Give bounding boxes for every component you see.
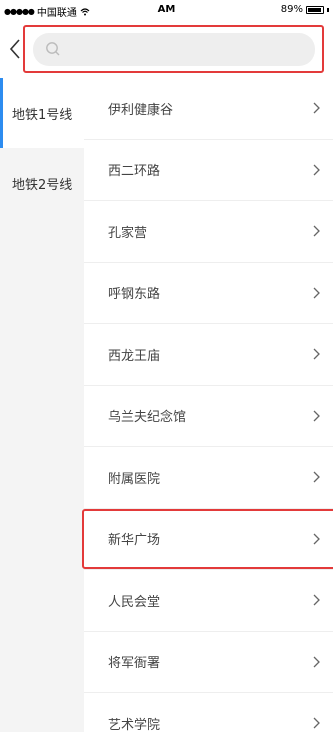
chevron-right-icon [313, 656, 320, 668]
chevron-right-icon [313, 102, 320, 114]
station-name: 呼钢东路 [108, 287, 161, 303]
station-name: 将军衙署 [108, 656, 161, 672]
battery-tip-icon [327, 7, 329, 12]
chevron-right-icon [313, 717, 320, 729]
station-name: 新华广场 [108, 533, 161, 549]
chevron-right-icon [313, 533, 320, 545]
sidebar-item-line-1[interactable]: 地铁1号线 [0, 78, 84, 148]
search-input[interactable] [33, 33, 315, 66]
chevron-right-icon [313, 348, 320, 360]
station-row-selected[interactable]: 新华广场 [84, 509, 333, 570]
battery-percent: 89% [280, 4, 303, 15]
header [0, 20, 333, 78]
station-row[interactable]: 将军衙署 [84, 632, 333, 693]
station-name: 乌兰夫纪念馆 [108, 410, 187, 426]
station-name: 孔家营 [108, 225, 148, 241]
station-name: 附属医院 [108, 471, 161, 487]
station-name: 西二环路 [108, 164, 161, 180]
station-row[interactable]: 伊利健康谷 [84, 78, 333, 140]
station-row[interactable]: 孔家营 [84, 201, 333, 263]
station-name: 艺术学院 [108, 717, 161, 732]
chevron-left-icon [9, 39, 20, 59]
chevron-right-icon [313, 287, 320, 299]
back-button[interactable] [6, 36, 24, 62]
station-row[interactable]: 乌兰夫纪念馆 [84, 386, 333, 447]
chevron-right-icon [313, 225, 320, 237]
sidebar-item-line-2[interactable]: 地铁2号线 [0, 148, 84, 218]
status-bar: ●●●●● 中国联通 AM 89% [0, 0, 333, 20]
sidebar-item-label: 地铁2号线 [12, 177, 73, 193]
station-name: 西龙王庙 [108, 348, 161, 364]
station-row[interactable]: 附属医院 [84, 447, 333, 509]
search-icon [46, 42, 60, 56]
station-row[interactable]: 西二环路 [84, 140, 333, 201]
station-row[interactable]: 呼钢东路 [84, 263, 333, 324]
sidebar-item-label: 地铁1号线 [12, 107, 73, 123]
station-name: 伊利健康谷 [108, 102, 174, 118]
line-sidebar: 地铁1号线 地铁2号线 [0, 78, 84, 732]
chevron-right-icon [313, 410, 320, 422]
station-row[interactable]: 西龙王庙 [84, 324, 333, 386]
chevron-right-icon [313, 594, 320, 606]
status-right: 89% [281, 4, 329, 15]
station-row[interactable]: 人民会堂 [84, 570, 333, 632]
chevron-right-icon [313, 164, 320, 176]
station-name: 人民会堂 [108, 594, 161, 610]
station-row[interactable]: 艺术学院 [84, 693, 333, 732]
chevron-right-icon [313, 471, 320, 483]
station-list: 伊利健康谷 西二环路 孔家营 呼钢东路 西龙王庙 乌兰夫纪念馆 附属医院 新华广… [84, 78, 333, 732]
battery-icon [306, 5, 324, 14]
